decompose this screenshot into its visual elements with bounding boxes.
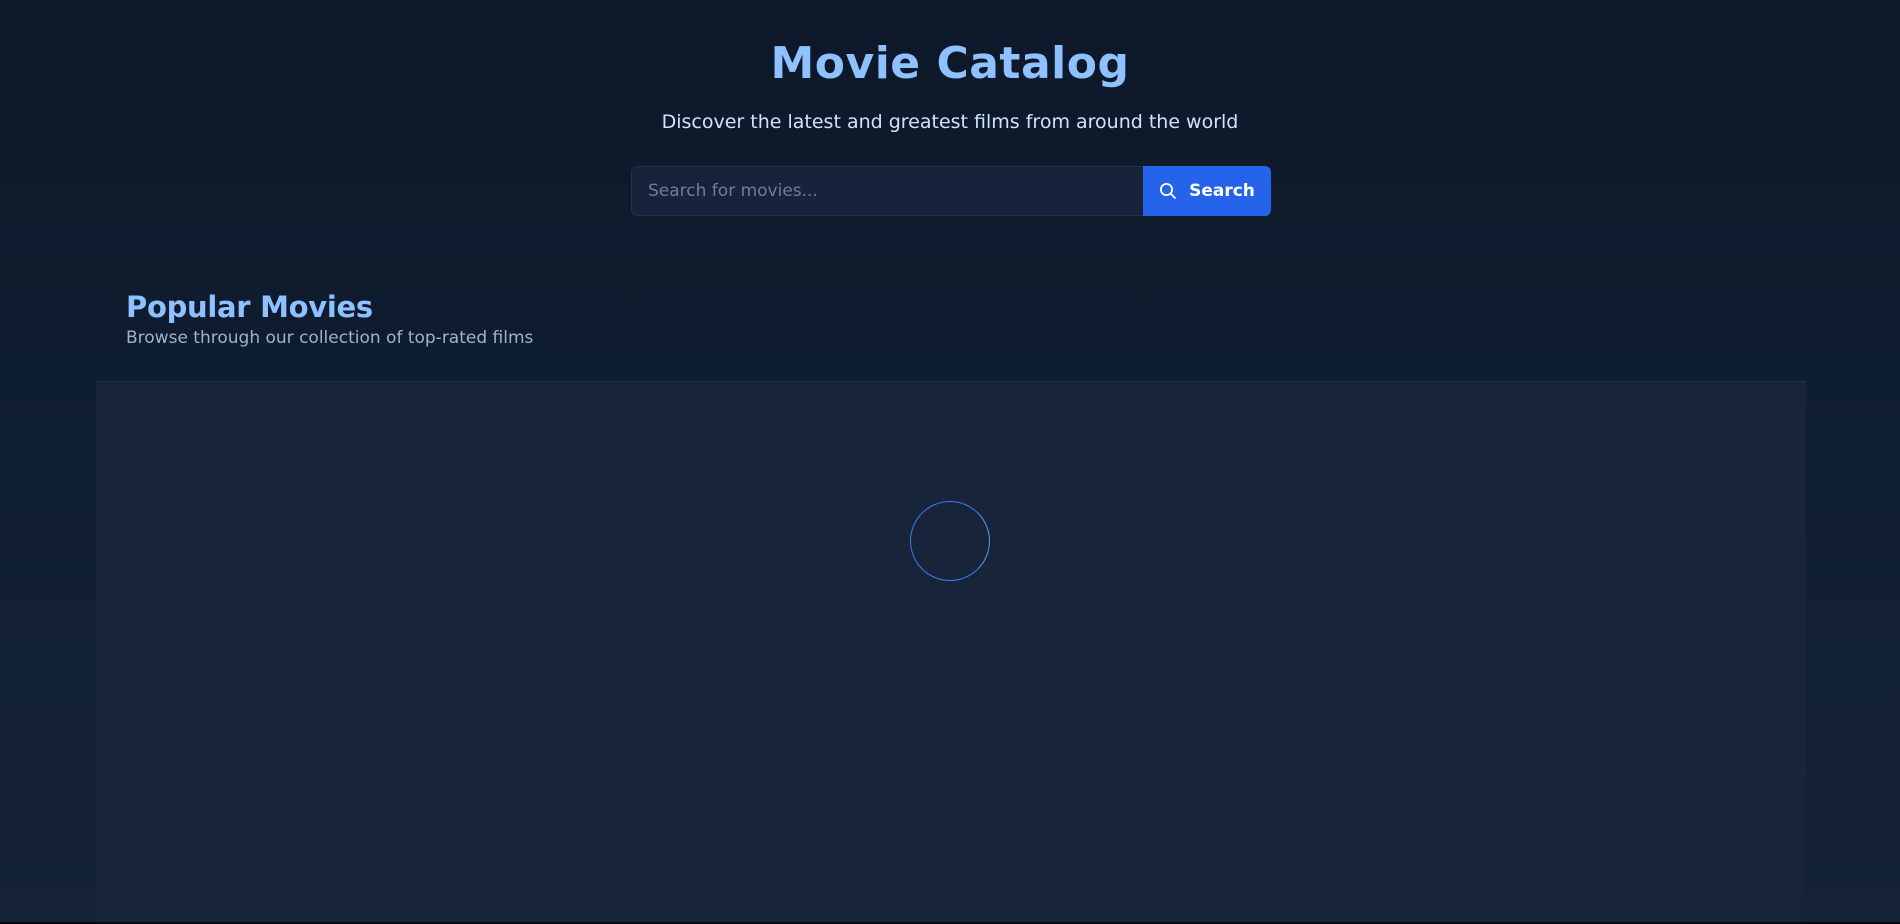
spinner-icon [910, 501, 990, 581]
page-title: Movie Catalog [770, 38, 1130, 89]
section-subtitle: Browse through our collection of top-rat… [126, 328, 534, 348]
search-bar: Search [631, 166, 1271, 216]
search-button-label: Search [1189, 181, 1255, 201]
search-icon [1159, 182, 1177, 200]
search-input[interactable] [631, 166, 1143, 216]
search-button[interactable]: Search [1143, 166, 1271, 216]
section-title: Popular Movies [126, 290, 373, 324]
section-header: Popular Movies Browse through our collec… [126, 288, 533, 349]
movies-panel [96, 381, 1806, 924]
page-subtitle: Discover the latest and greatest films f… [661, 111, 1239, 133]
